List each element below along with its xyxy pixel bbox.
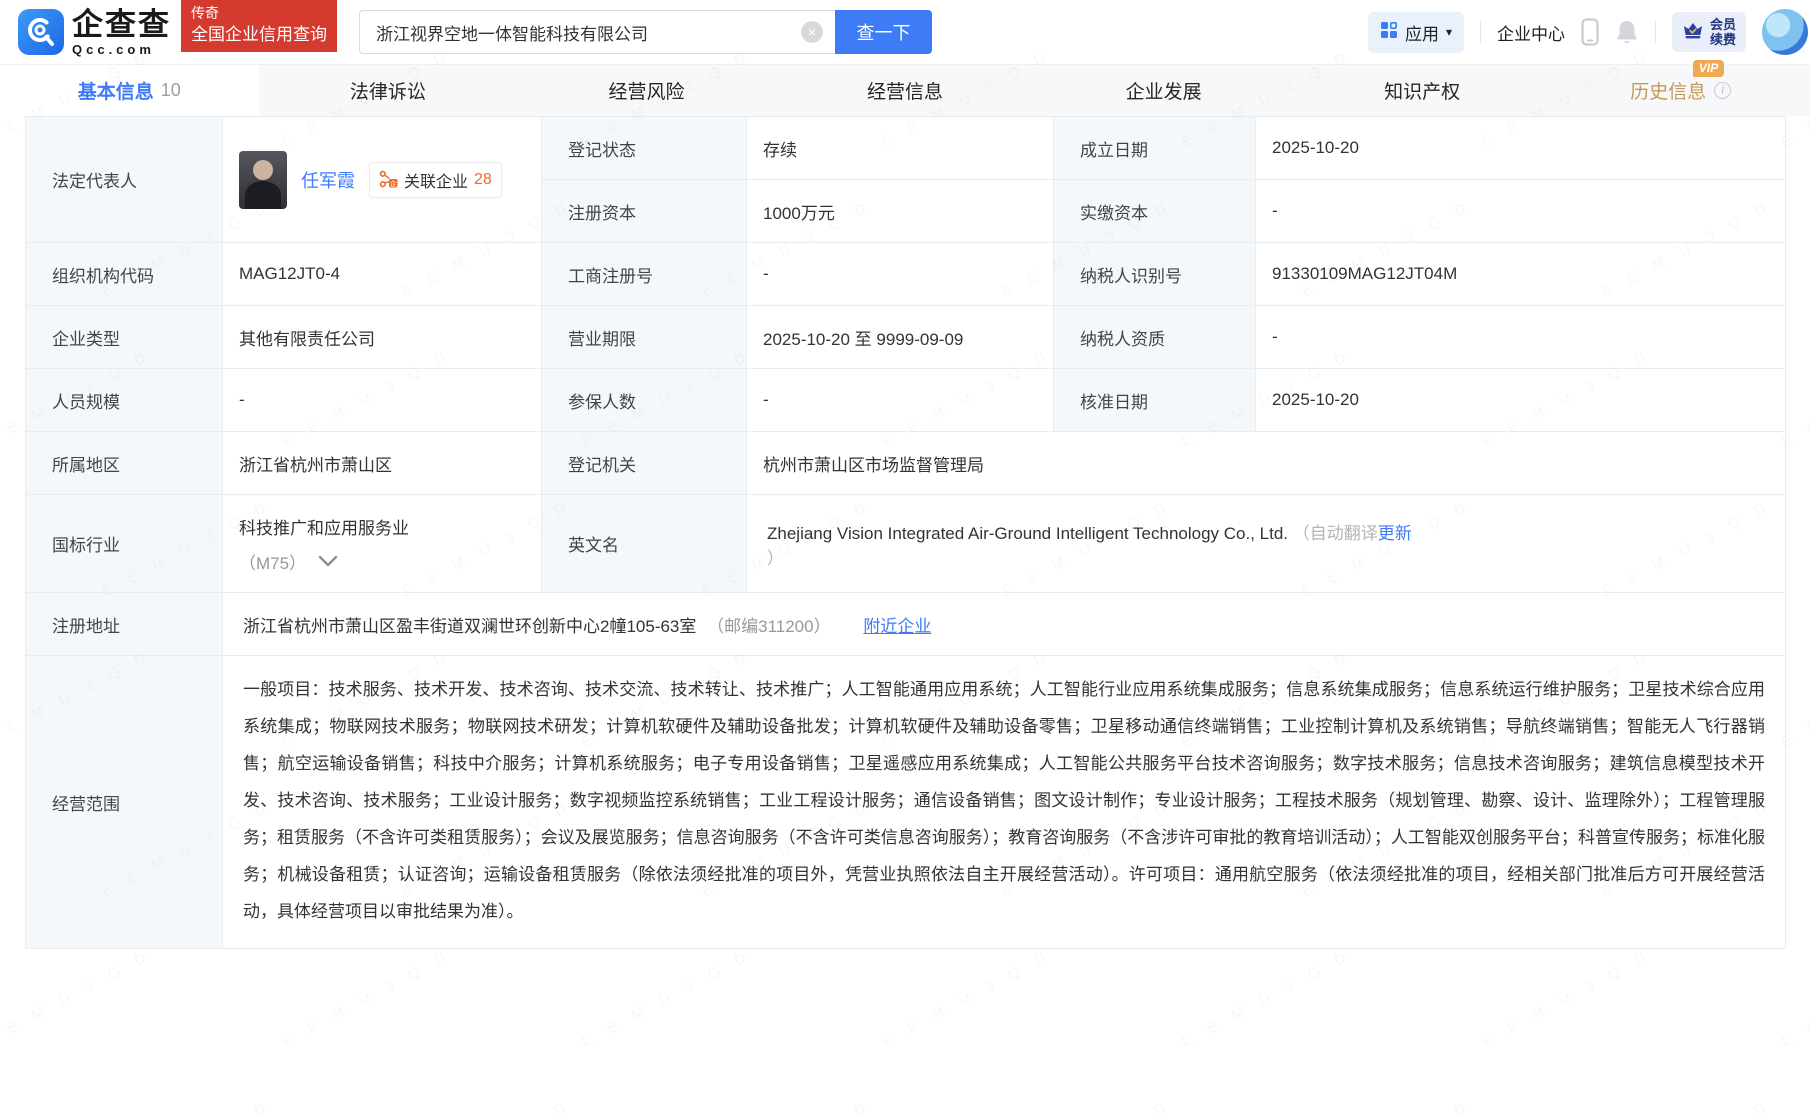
- label-reg-authority: 登记机关: [542, 432, 747, 495]
- brand-cn: 企查查: [72, 9, 171, 40]
- related-companies-button[interactable]: 企 关联企业 28: [369, 162, 502, 198]
- clear-search-icon[interactable]: ×: [801, 21, 823, 43]
- label-biz-term: 营业期限: [542, 306, 747, 369]
- label-approval-date: 核准日期: [1054, 369, 1256, 432]
- legal-rep-cell: 任军霞 企 关联企业 28: [223, 117, 542, 243]
- auto-translate-note-close: ）: [767, 549, 784, 568]
- label-paid-capital: 实缴资本: [1054, 180, 1256, 243]
- basic-info-table: 法定代表人 任军霞 企 关联企业 28 登记状态 存续: [25, 116, 1786, 949]
- value-approval-date: 2025-10-20: [1256, 369, 1786, 432]
- update-translation-link[interactable]: 更新: [1378, 524, 1412, 543]
- value-biz-reg-no: -: [747, 243, 1054, 306]
- tab-legal-litigation[interactable]: 法律诉讼: [259, 65, 518, 116]
- mobile-app-icon[interactable]: [1581, 18, 1599, 46]
- value-reg-authority: 杭州市萧山区市场监督管理局: [747, 432, 1786, 495]
- auto-translate-note: （自动翻译: [1293, 524, 1378, 543]
- value-org-code: MAG12JT0-4: [223, 243, 542, 306]
- label-taxpayer-qual: 纳税人资质: [1054, 306, 1256, 369]
- search-bar: × 查一下: [359, 10, 932, 54]
- english-name-text: Zhejiang Vision Integrated Air-Ground In…: [767, 524, 1288, 543]
- divider: [1655, 20, 1656, 44]
- label-insured-count: 参保人数: [542, 369, 747, 432]
- chevron-down-icon: ▾: [1446, 25, 1452, 39]
- tab-basic-info[interactable]: 基本信息10: [0, 65, 259, 116]
- value-reg-status: 存续: [747, 117, 1054, 180]
- legal-rep-photo[interactable]: [239, 151, 287, 209]
- credit-query-banner: 传奇 全国企业信用查询: [181, 0, 337, 52]
- enterprise-center-link[interactable]: 企业中心: [1497, 20, 1565, 45]
- expand-chevron-icon[interactable]: [318, 555, 338, 567]
- search-button[interactable]: 查一下: [835, 10, 932, 54]
- industry-name: 科技推广和应用服务业: [239, 514, 525, 539]
- value-insured-count: -: [747, 369, 1054, 432]
- label-legal-rep: 法定代表人: [26, 117, 223, 243]
- related-companies-label: 关联企业: [404, 168, 468, 192]
- search-input[interactable]: [359, 10, 835, 54]
- tab-company-development[interactable]: 企业发展: [1034, 65, 1293, 116]
- postcode-text: （邮编311200）: [707, 617, 830, 636]
- tab-operating-risk[interactable]: 经营风险: [517, 65, 776, 116]
- related-company-icon: 企: [379, 170, 398, 189]
- label-staff-size: 人员规模: [26, 369, 223, 432]
- banner-line2: 全国企业信用查询: [191, 23, 327, 47]
- apps-menu[interactable]: 应用 ▾: [1368, 12, 1464, 53]
- qcc-logo-icon: [18, 9, 64, 55]
- value-paid-capital: -: [1256, 180, 1786, 243]
- brand-text: 企查查 Qcc.com: [72, 9, 171, 56]
- value-staff-size: -: [223, 369, 542, 432]
- apps-grid-icon: [1380, 21, 1398, 44]
- value-reg-address: 浙江省杭州市萧山区盈丰街道双澜世环创新中心2幢105-63室 （邮编311200…: [223, 593, 1786, 656]
- label-establish-date: 成立日期: [1054, 117, 1256, 180]
- label-org-code: 组织机构代码: [26, 243, 223, 306]
- tab-intellectual-property[interactable]: 知识产权: [1293, 65, 1552, 116]
- crown-icon: [1682, 20, 1704, 45]
- label-taxpayer-id: 纳税人识别号: [1054, 243, 1256, 306]
- notifications-bell-icon[interactable]: [1615, 19, 1639, 45]
- label-industry: 国标行业: [26, 495, 223, 593]
- svg-text:企: 企: [390, 179, 397, 188]
- label-company-type: 企业类型: [26, 306, 223, 369]
- legal-rep-name-link[interactable]: 任军霞: [301, 167, 355, 193]
- value-taxpayer-qual: -: [1256, 306, 1786, 369]
- value-reg-capital: 1000万元: [747, 180, 1054, 243]
- industry-code: （M75）: [239, 549, 306, 574]
- value-taxpayer-id: 91330109MAG12JT04M: [1256, 243, 1786, 306]
- related-companies-count: 28: [474, 171, 492, 189]
- vip-renew-button[interactable]: 会员 续费: [1672, 12, 1746, 52]
- header-right-nav: 应用 ▾ 企业中心: [1368, 9, 1794, 55]
- vip-renew-label: 会员 续费: [1710, 17, 1736, 47]
- top-header: 企查查 Qcc.com 传奇 全国企业信用查询 × 查一下 应用 ▾: [0, 0, 1810, 64]
- label-reg-address: 注册地址: [26, 593, 223, 656]
- value-biz-scope: 一般项目：技术服务、技术开发、技术咨询、技术交流、技术转让、技术推广；人工智能通…: [223, 656, 1786, 949]
- label-biz-reg-no: 工商注册号: [542, 243, 747, 306]
- divider: [1480, 20, 1481, 44]
- value-establish-date: 2025-10-20: [1256, 117, 1786, 180]
- value-biz-term: 2025-10-20 至 9999-09-09: [747, 306, 1054, 369]
- nearby-companies-link[interactable]: 附近企业: [863, 617, 931, 636]
- value-english-name: Zhejiang Vision Integrated Air-Ground In…: [747, 495, 1786, 593]
- label-region: 所属地区: [26, 432, 223, 495]
- label-reg-status: 登记状态: [542, 117, 747, 180]
- qcc-logo[interactable]: 企查查 Qcc.com: [18, 9, 171, 56]
- value-industry: 科技推广和应用服务业 （M75）: [223, 495, 542, 593]
- basic-info-count: 10: [161, 80, 181, 101]
- label-english-name: 英文名: [542, 495, 747, 593]
- info-icon[interactable]: i: [1714, 82, 1731, 99]
- biz-scope-text: 一般项目：技术服务、技术开发、技术咨询、技术交流、技术转让、技术推广；人工智能通…: [243, 671, 1765, 930]
- vip-tag: VIP: [1693, 60, 1724, 77]
- user-avatar[interactable]: [1762, 9, 1808, 55]
- brand-en: Qcc.com: [72, 43, 171, 56]
- address-text: 浙江省杭州市萧山区盈丰街道双澜世环创新中心2幢105-63室: [243, 617, 696, 636]
- apps-label: 应用: [1405, 20, 1439, 45]
- label-biz-scope: 经营范围: [26, 656, 223, 949]
- tab-history-info[interactable]: 历史信息 VIP i: [1551, 65, 1810, 116]
- banner-line1: 传奇: [191, 3, 327, 23]
- label-reg-capital: 注册资本: [542, 180, 747, 243]
- value-region: 浙江省杭州市萧山区: [223, 432, 542, 495]
- tab-operating-info[interactable]: 经营信息: [776, 65, 1035, 116]
- company-section-tabs: 基本信息10 法律诉讼 经营风险 经营信息 企业发展 知识产权 历史信息 VIP…: [0, 64, 1810, 116]
- value-company-type: 其他有限责任公司: [223, 306, 542, 369]
